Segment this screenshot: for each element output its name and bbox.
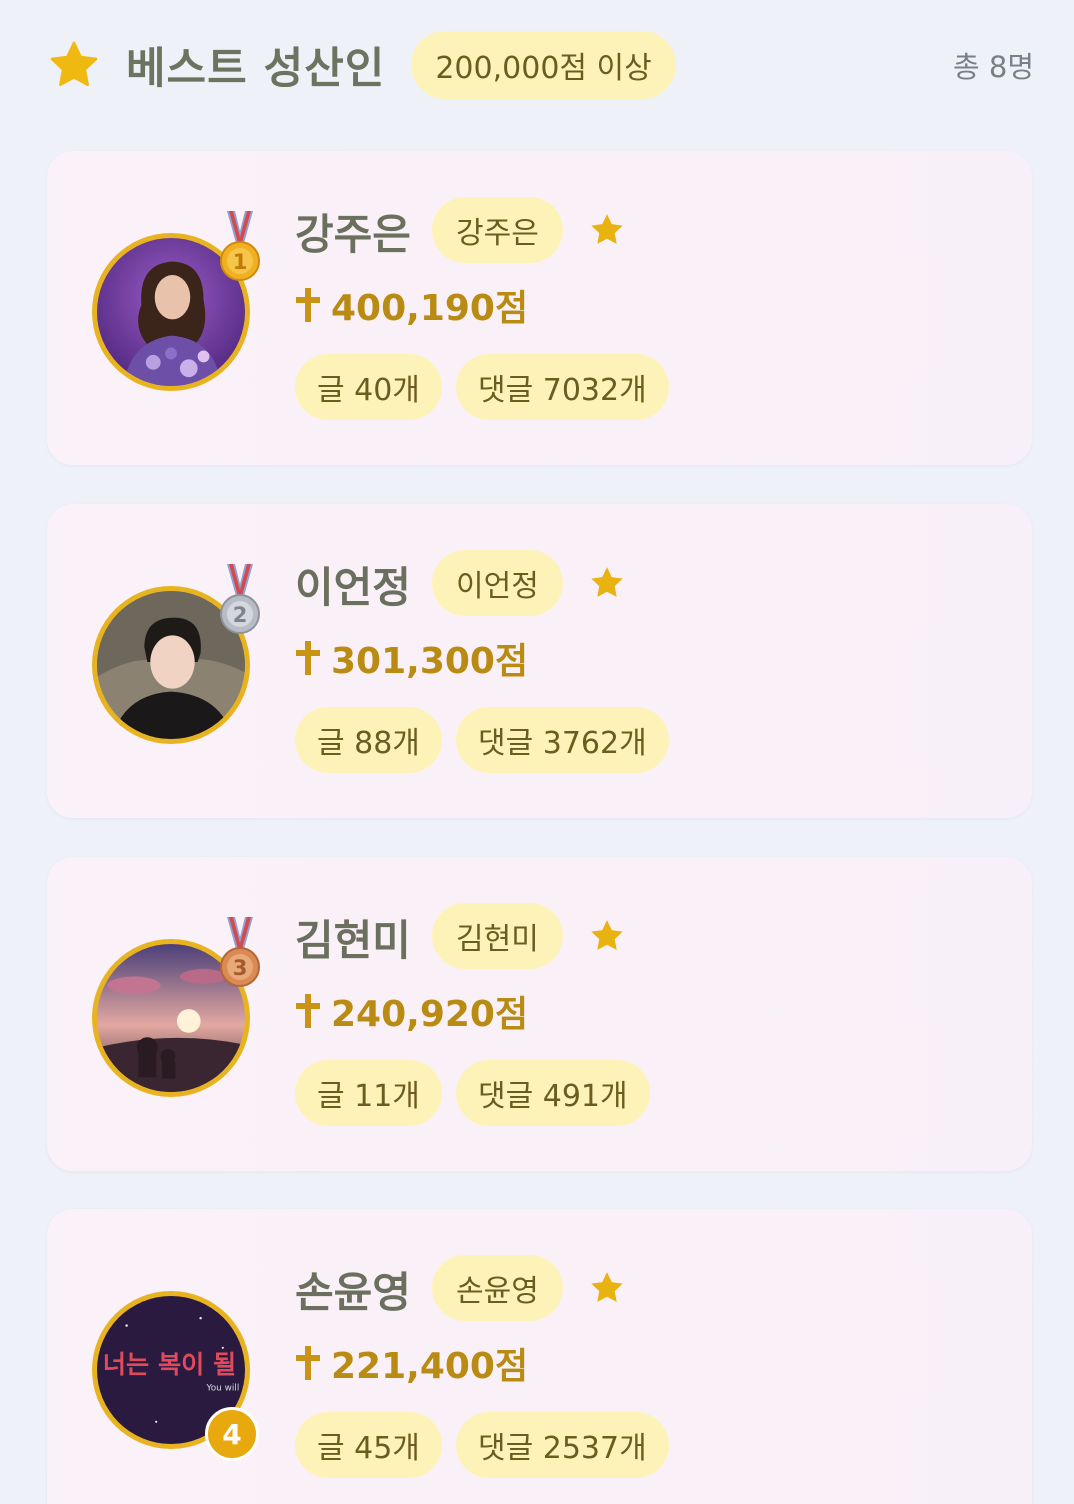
comments-count: 댓글 2537개 xyxy=(456,1412,669,1478)
star-icon xyxy=(50,41,98,87)
comments-count: 댓글 7032개 xyxy=(456,354,669,420)
section-header: 베스트 성산인 200,000점 이상 총 8명 xyxy=(48,30,1034,100)
nickname-badge: 강주은 xyxy=(432,197,563,263)
score-value: 221,400점 xyxy=(331,1346,529,1387)
nickname-badge: 이언정 xyxy=(432,550,563,616)
bronze-medal-icon: 3 xyxy=(217,917,263,995)
rank-badge: 4 xyxy=(205,1407,259,1461)
member-name: 손윤영 xyxy=(295,1268,411,1317)
star-icon[interactable] xyxy=(588,211,626,249)
svg-text:1: 1 xyxy=(233,250,248,274)
threshold-badge: 200,000점 이상 xyxy=(411,31,676,99)
posts-count: 글 45개 xyxy=(295,1412,442,1478)
score-value: 400,190점 xyxy=(331,288,529,329)
nickname-badge: 손윤영 xyxy=(432,1255,563,1321)
member-name: 이언정 xyxy=(295,563,411,612)
svg-text:너는 복이 될: 너는 복이 될 xyxy=(103,1350,236,1379)
score: 301,300점 xyxy=(295,632,528,684)
member-card[interactable]: 너는 복이 될 You will 4 손윤영 손윤영 221,400점 글 45… xyxy=(47,1209,1032,1504)
posts-count: 글 40개 xyxy=(295,354,442,420)
svg-text:2: 2 xyxy=(233,603,248,627)
member-name: 김현미 xyxy=(295,916,411,965)
score: 221,400점 xyxy=(295,1337,528,1389)
star-icon[interactable] xyxy=(588,564,626,602)
svg-text:3: 3 xyxy=(233,956,248,980)
comments-count: 댓글 3762개 xyxy=(456,707,669,773)
cross-icon xyxy=(296,994,320,1028)
member-card[interactable]: 1 강주은 강주은 400,190점 글 40개 댓글 7032개 xyxy=(47,151,1032,465)
nickname-badge: 김현미 xyxy=(432,903,563,969)
star-icon[interactable] xyxy=(588,1269,626,1307)
score-value: 301,300점 xyxy=(331,641,529,682)
score-value: 240,920점 xyxy=(331,994,529,1035)
comments-count: 댓글 491개 xyxy=(456,1060,650,1126)
cross-icon xyxy=(296,288,320,322)
posts-count: 글 11개 xyxy=(295,1060,442,1126)
gold-medal-icon: 1 xyxy=(217,211,263,289)
section-title: 베스트 성산인 xyxy=(126,44,386,94)
posts-count: 글 88개 xyxy=(295,707,442,773)
member-name: 강주은 xyxy=(295,210,411,259)
silver-medal-icon: 2 xyxy=(217,564,263,642)
star-icon[interactable] xyxy=(588,917,626,955)
cross-icon xyxy=(296,1346,320,1380)
member-card[interactable]: 3 김현미 김현미 240,920점 글 11개 댓글 491개 xyxy=(47,857,1032,1171)
svg-text:You will: You will xyxy=(206,1384,240,1394)
member-card[interactable]: 2 이언정 이언정 301,300점 글 88개 댓글 3762개 xyxy=(47,504,1032,818)
cross-icon xyxy=(296,641,320,675)
score: 240,920점 xyxy=(295,985,528,1037)
score: 400,190점 xyxy=(295,279,528,331)
total-count: 총 8명 xyxy=(952,50,1034,84)
